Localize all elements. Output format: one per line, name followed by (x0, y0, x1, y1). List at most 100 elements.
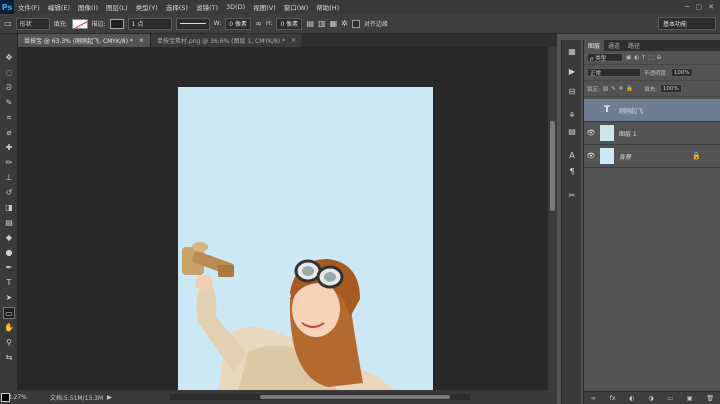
healing-brush-tool-icon[interactable]: ✚ (3, 142, 15, 154)
lock-transparency-icon[interactable]: ▨ (603, 86, 608, 92)
menu-3d[interactable]: 3D(D) (222, 3, 249, 11)
menu-image[interactable]: 图像(I) (74, 2, 102, 12)
type-tool-icon[interactable]: T (3, 277, 15, 289)
menu-edit[interactable]: 编辑(E) (44, 2, 74, 12)
vertical-scrollbar[interactable] (548, 47, 557, 390)
visibility-eye-icon[interactable]: 👁 (584, 152, 598, 160)
tab-paths[interactable]: 路径 (624, 40, 644, 51)
paragraph-panel-icon[interactable]: ¶ (566, 166, 578, 178)
rectangle-tool-preset-icon[interactable]: ▭ (4, 19, 12, 28)
tab-channels[interactable]: 通道 (604, 40, 624, 51)
height-input[interactable]: 0 像素 (276, 17, 303, 30)
layer-filter-kind-select[interactable]: ρ 类型 (587, 53, 623, 62)
document-workspace[interactable] (18, 47, 548, 390)
gradient-tool-icon[interactable]: ▤ (3, 217, 15, 229)
path-operations-icon[interactable]: ▤ (306, 19, 314, 28)
maximize-button[interactable]: ▢ (696, 3, 703, 11)
tab-document-2-close-icon[interactable]: × (291, 37, 296, 44)
filter-adjustment-icon[interactable]: ◐ (634, 55, 639, 61)
marquee-tool-icon[interactable]: ◌ (3, 67, 15, 79)
tab-document-2[interactable]: 单按宝素材.png @ 36.6% (图层 1, CMYK/8) * × (151, 34, 304, 47)
layer-name[interactable]: 刚刚起飞 (619, 106, 643, 115)
eraser-tool-icon[interactable]: ◨ (3, 202, 15, 214)
filter-smart-object-icon[interactable]: ⊞ (657, 55, 662, 61)
layer-style-icon[interactable]: fx (610, 395, 616, 402)
properties-panel-icon[interactable]: ⊟ (566, 86, 578, 98)
tab-layers[interactable]: 图层 (584, 40, 605, 51)
filter-pixel-icon[interactable]: ▣ (626, 55, 631, 61)
foreground-color-swatch[interactable] (1, 393, 10, 402)
layer-row-background[interactable]: 👁 背景 🔒 (584, 145, 720, 168)
path-arrangement-icon[interactable]: ▦ (330, 19, 338, 28)
menu-file[interactable]: 文件(F) (14, 2, 44, 12)
stroke-width-input[interactable]: 1 点 (127, 17, 172, 30)
lock-image-icon[interactable]: ✎ (611, 86, 616, 92)
filter-type-icon[interactable]: T (642, 55, 645, 61)
lock-position-icon[interactable]: ✥ (619, 86, 624, 92)
menu-layer[interactable]: 图层(L) (102, 2, 132, 12)
dodge-tool-icon[interactable]: ● (3, 247, 15, 259)
swap-colors-icon[interactable]: ⇆ (3, 352, 15, 364)
new-group-icon[interactable]: ▭ (667, 395, 673, 402)
fill-input[interactable]: 100% (660, 84, 682, 93)
brush-panel-icon[interactable]: ⚘ (566, 110, 578, 122)
stroke-type-select[interactable] (175, 17, 210, 30)
actions-panel-icon[interactable]: ▶ (566, 66, 578, 78)
width-input[interactable]: 0 像素 (225, 17, 252, 30)
status-menu-arrow-icon[interactable]: ▶ (107, 394, 112, 401)
vertical-scroll-thumb[interactable] (550, 121, 555, 211)
horizontal-scroll-thumb[interactable] (260, 395, 450, 399)
lasso-tool-icon[interactable]: ᘐ (3, 82, 15, 94)
move-tool-icon[interactable]: ✥ (3, 52, 15, 64)
layer-row-image[interactable]: 👁 图层 1 (584, 122, 720, 145)
fill-swatch[interactable] (71, 18, 88, 29)
horizontal-scrollbar[interactable] (170, 394, 470, 400)
blend-mode-select[interactable]: 正常 (587, 68, 641, 77)
opacity-input[interactable]: 100% (670, 68, 693, 77)
hand-tool-icon[interactable]: ✋ (3, 322, 15, 334)
align-edges-checkbox[interactable] (351, 19, 360, 28)
character-panel-icon[interactable]: A (566, 150, 578, 162)
adjustment-layer-icon[interactable]: ◑ (648, 395, 653, 402)
delete-layer-icon[interactable]: 🗑 (706, 395, 714, 402)
path-select-tool-icon[interactable]: ➤ (3, 292, 15, 304)
link-icon[interactable]: ∞ (255, 19, 262, 28)
eyedropper-tool-icon[interactable]: ⌀ (3, 127, 15, 139)
layer-name[interactable]: 图层 1 (619, 129, 637, 138)
menu-view[interactable]: 视图(V) (249, 2, 280, 12)
history-panel-icon[interactable]: ▦ (566, 46, 578, 58)
brush-presets-panel-icon[interactable]: ▤ (566, 126, 578, 138)
shape-mode-select[interactable]: 形状 (15, 17, 50, 30)
link-layers-icon[interactable]: ∞ (591, 395, 596, 402)
menu-filter[interactable]: 滤镜(T) (192, 2, 222, 12)
stroke-swatch[interactable] (109, 18, 124, 29)
workspace-select[interactable]: 基本功能 (658, 17, 716, 30)
path-alignment-icon[interactable]: ▥ (318, 19, 326, 28)
minimize-button[interactable]: ─ (685, 3, 689, 11)
document-canvas[interactable] (178, 87, 433, 390)
pen-tool-icon[interactable]: ✒ (3, 262, 15, 274)
add-mask-icon[interactable]: ◐ (629, 395, 634, 402)
visibility-eye-icon[interactable]: 👁 (584, 129, 598, 137)
clone-stamp-tool-icon[interactable]: ⊥ (3, 172, 15, 184)
history-brush-tool-icon[interactable]: ↺ (3, 187, 15, 199)
tab-document-1[interactable]: 单按宝 @ 63.3% (刚刚起飞, CMYK/8) * × (18, 34, 152, 47)
close-window-button[interactable]: ✕ (708, 3, 714, 11)
gear-icon[interactable]: ✲ (341, 19, 348, 28)
menu-window[interactable]: 窗口(W) (280, 2, 313, 12)
menu-select[interactable]: 选择(S) (162, 2, 192, 12)
lock-all-icon[interactable]: 🔒 (626, 86, 633, 92)
brush-tool-icon[interactable]: ✏ (3, 157, 15, 169)
rectangle-tool-icon[interactable]: ▭ (3, 307, 15, 319)
blur-tool-icon[interactable]: ◆ (3, 232, 15, 244)
menu-help[interactable]: 帮助(H) (312, 2, 343, 12)
menu-type[interactable]: 类型(Y) (132, 2, 162, 12)
tool-presets-panel-icon[interactable]: ✂ (566, 190, 578, 202)
quick-select-tool-icon[interactable]: ✎ (3, 97, 15, 109)
new-layer-icon[interactable]: ▣ (687, 395, 693, 402)
layer-row-text[interactable]: T 刚刚起飞 (584, 99, 720, 122)
filter-shape-icon[interactable]: ⬚ (648, 55, 653, 61)
crop-tool-icon[interactable]: ⌗ (3, 112, 15, 124)
layer-name[interactable]: 背景 (619, 152, 631, 161)
zoom-tool-icon[interactable]: ⚲ (3, 337, 15, 349)
